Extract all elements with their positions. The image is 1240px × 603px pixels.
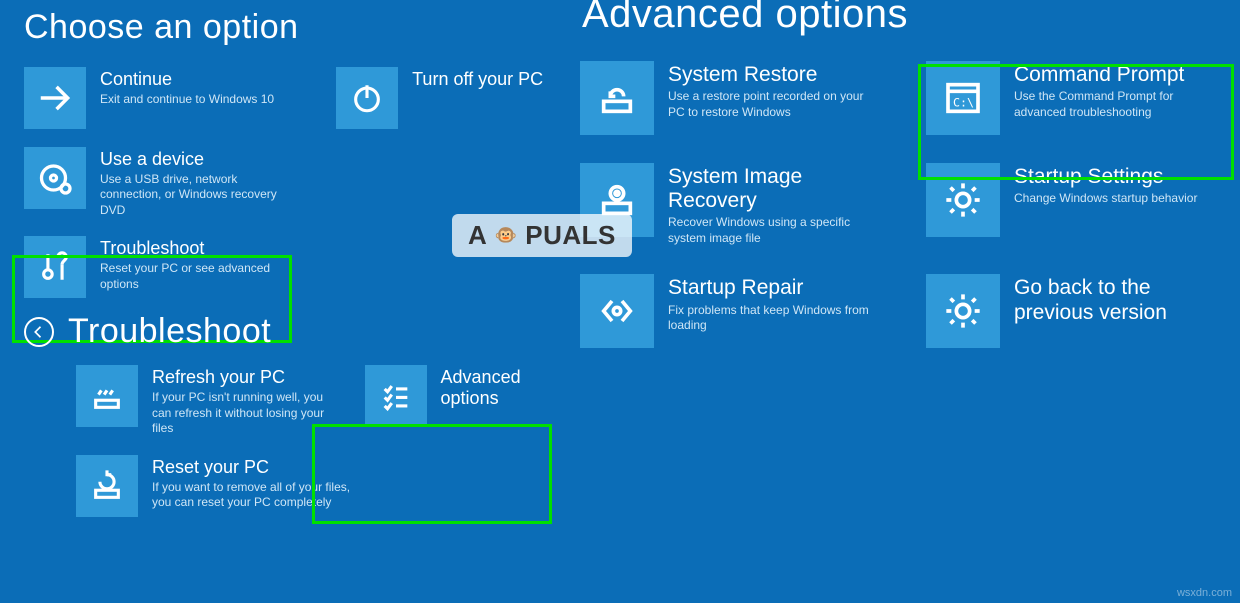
gear-icon [926,163,1000,237]
tools-icon [24,236,86,298]
arrow-right-icon [24,67,86,129]
reset-pc-icon [76,455,138,517]
troubleshoot-desc: Reset your PC or see advanced options [100,261,300,292]
choose-title: Choose an option [24,8,565,47]
startup-repair-desc: Fix problems that keep Windows from load… [668,303,870,334]
advanced-options-panel: Advanced options System Restore Use a re… [580,0,1240,348]
system-restore-label: System Restore [668,63,870,87]
use-device-label: Use a device [100,149,300,170]
continue-tile[interactable]: Continue Exit and continue to Windows 10 [24,67,274,129]
system-restore-desc: Use a restore point recorded on your PC … [668,89,870,120]
credit-text: wsxdn.com [1177,587,1232,599]
go-back-tile[interactable]: Go back to the previous version [926,274,1216,348]
use-device-desc: Use a USB drive, network connection, or … [100,172,300,219]
command-prompt-icon: C:\ [926,61,1000,135]
reset-pc-desc: If you want to remove all of your files,… [152,480,352,511]
use-device-tile[interactable]: Use a device Use a USB drive, network co… [24,147,565,218]
list-check-icon [365,365,427,427]
refresh-pc-desc: If your PC isn't running well, you can r… [152,390,329,437]
startup-settings-tile[interactable]: Startup Settings Change Windows startup … [926,163,1216,246]
advanced-options-tile[interactable]: Advanced options [365,365,565,436]
troubleshoot-tile[interactable]: Troubleshoot Reset your PC or see advanc… [24,236,565,298]
startup-settings-desc: Change Windows startup behavior [1014,191,1197,207]
reset-pc-label: Reset your PC [152,457,352,478]
svg-text:C:\: C:\ [953,95,974,109]
turn-off-label: Turn off your PC [412,69,543,90]
choose-an-option-panel: Choose an option Continue Exit and conti… [0,0,565,298]
turn-off-tile[interactable]: Turn off your PC [336,67,543,129]
power-icon [336,67,398,129]
startup-repair-icon [580,274,654,348]
continue-label: Continue [100,69,274,90]
system-image-label: System Image Recovery [668,165,870,213]
refresh-pc-tile[interactable]: Refresh your PC If your PC isn't running… [76,365,329,436]
refresh-pc-label: Refresh your PC [152,367,329,388]
system-restore-tile[interactable]: System Restore Use a restore point recor… [580,61,870,135]
startup-repair-label: Startup Repair [668,276,870,300]
continue-desc: Exit and continue to Windows 10 [100,92,274,108]
troubleshoot-label: Troubleshoot [100,238,300,259]
go-back-label: Go back to the previous version [1014,276,1216,324]
reset-pc-tile[interactable]: Reset your PC If you want to remove all … [76,455,565,517]
gear-icon [926,274,1000,348]
command-prompt-tile[interactable]: C:\ Command Prompt Use the Command Promp… [926,61,1216,135]
system-image-desc: Recover Windows using a specific system … [668,215,870,246]
startup-settings-label: Startup Settings [1014,165,1197,189]
system-image-recovery-tile[interactable]: System Image Recovery Recover Windows us… [580,163,870,246]
disc-icon [24,147,86,209]
command-prompt-label: Command Prompt [1014,63,1216,87]
refresh-pc-icon [76,365,138,427]
startup-repair-tile[interactable]: Startup Repair Fix problems that keep Wi… [580,274,870,348]
command-prompt-desc: Use the Command Prompt for advanced trou… [1014,89,1216,120]
troubleshoot-panel: Troubleshoot Refresh your PC If your PC … [0,298,565,516]
system-restore-icon [580,61,654,135]
back-button[interactable] [24,317,54,347]
system-image-icon [580,163,654,237]
advanced-options-label: Advanced options [441,367,565,408]
troubleshoot-title: Troubleshoot [68,312,271,351]
advanced-title: Advanced options [582,0,1240,37]
